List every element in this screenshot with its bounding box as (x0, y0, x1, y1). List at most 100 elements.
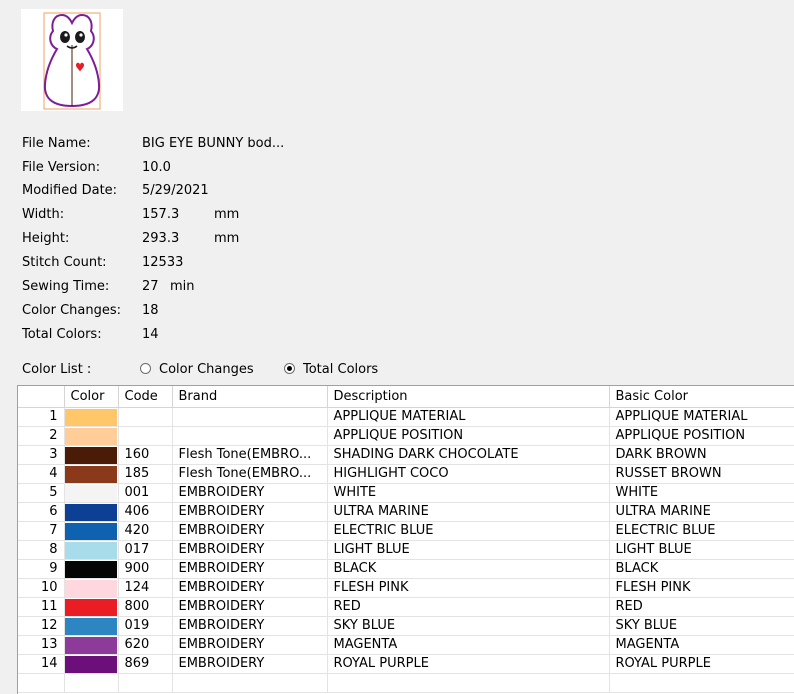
basic-color-cell: RUSSET BROWN (609, 464, 794, 484)
col-header-code[interactable]: Code (118, 386, 173, 408)
brand-cell: Flesh Tone(EMBRO... (172, 445, 328, 465)
color-swatch (64, 616, 119, 636)
brand-cell: EMBROIDERY (172, 502, 328, 522)
color-swatch-box (64, 655, 117, 673)
col-header-basic-color[interactable]: Basic Color (609, 386, 794, 408)
empty-cell (118, 673, 173, 693)
code-cell: 185 (118, 464, 173, 484)
brand-cell: EMBROIDERY (172, 635, 328, 655)
code-cell: 160 (118, 445, 173, 465)
basic-color-cell: ELECTRIC BLUE (609, 521, 794, 541)
table-row[interactable]: 10 124 EMBROIDERY FLESH PINK FLESH PINK (18, 578, 794, 598)
color-swatch-box (64, 636, 117, 654)
design-preview (21, 9, 123, 111)
table-row[interactable]: 4 185 Flesh Tone(EMBRO... HIGHLIGHT COCO RUS… (18, 464, 794, 484)
info-unit: mm (214, 231, 240, 246)
table-row[interactable]: 8 017 EMBROIDERY LIGHT BLUE LIGHT BLUE (18, 540, 794, 560)
empty-cell (327, 673, 610, 693)
description-cell: ROYAL PURPLE (327, 654, 610, 674)
total-colors-radio[interactable]: Total Colors (284, 360, 378, 380)
row-number: 2 (18, 426, 65, 446)
code-cell: 420 (118, 521, 173, 541)
info-label: Sewing Time: (22, 279, 110, 294)
basic-color-cell: WHITE (609, 483, 794, 503)
col-header-description[interactable]: Description (327, 386, 610, 408)
info-label: Stitch Count: (22, 255, 107, 270)
code-cell: 406 (118, 502, 173, 522)
color-changes-radio[interactable]: Color Changes (140, 360, 254, 380)
color-swatch (64, 407, 119, 427)
info-value: 157.3 (142, 207, 180, 222)
info-label: Width: (22, 207, 65, 222)
color-swatch (64, 445, 119, 465)
info-value: 293.3 (142, 231, 180, 246)
col-header-color[interactable]: Color (64, 386, 119, 408)
brand-cell: EMBROIDERY (172, 521, 328, 541)
code-cell: 869 (118, 654, 173, 674)
empty-cell (609, 673, 794, 693)
table-row[interactable]: 7 420 EMBROIDERY ELECTRIC BLUE ELECTRIC BLUE (18, 521, 794, 541)
table-row[interactable]: 3 160 Flesh Tone(EMBRO... SHADING DARK CHOC… (18, 445, 794, 465)
basic-color-cell: RED (609, 597, 794, 617)
description-cell: LIGHT BLUE (327, 540, 610, 560)
table-row[interactable]: 1 APPLIQUE MATERIAL APPLIQUE MATERIAL (18, 407, 794, 427)
code-cell: 019 (118, 616, 173, 636)
basic-color-cell: ULTRA MARINE (609, 502, 794, 522)
table-row[interactable]: 13 620 EMBROIDERY MAGENTA MAGENTA (18, 635, 794, 655)
basic-color-cell: FLESH PINK (609, 578, 794, 598)
table-row[interactable]: 5 001 EMBROIDERY WHITE WHITE (18, 483, 794, 503)
row-number: 11 (18, 597, 65, 617)
info-value: 18 (142, 303, 159, 318)
table-header-row: Color Code Brand Description Basic Color (18, 386, 794, 408)
brand-cell: EMBROIDERY (172, 597, 328, 617)
basic-color-cell: DARK BROWN (609, 445, 794, 465)
row-number: 6 (18, 502, 65, 522)
color-swatch-box (64, 446, 117, 464)
color-swatch (64, 464, 119, 484)
info-label: Modified Date: (22, 183, 118, 198)
code-cell (118, 407, 173, 427)
info-label: File Version: (22, 160, 101, 175)
radio-button-icon[interactable] (284, 363, 295, 374)
brand-cell (172, 407, 328, 427)
info-label: Color Changes: (22, 303, 121, 318)
color-list-label: Color List : (22, 362, 92, 377)
info-label: File Name: (22, 136, 91, 151)
brand-cell: EMBROIDERY (172, 616, 328, 636)
row-number: 8 (18, 540, 65, 560)
color-table[interactable]: Color Code Brand Description Basic Color… (17, 385, 794, 694)
basic-color-cell: APPLIQUE MATERIAL (609, 407, 794, 427)
empty-cell (172, 673, 328, 693)
brand-cell: EMBROIDERY (172, 654, 328, 674)
description-cell: SKY BLUE (327, 616, 610, 636)
table-row[interactable]: 12 019 EMBROIDERY SKY BLUE SKY BLUE (18, 616, 794, 636)
basic-color-cell: LIGHT BLUE (609, 540, 794, 560)
code-cell: 001 (118, 483, 173, 503)
radio-button-icon[interactable] (140, 363, 151, 374)
description-cell: APPLIQUE MATERIAL (327, 407, 610, 427)
table-row[interactable]: 6 406 EMBROIDERY ULTRA MARINE ULTRA MARINE (18, 502, 794, 522)
description-cell: HIGHLIGHT COCO (327, 464, 610, 484)
col-header-brand[interactable]: Brand (172, 386, 328, 408)
table-row[interactable]: 9 900 EMBROIDERY BLACK BLACK (18, 559, 794, 579)
info-unit: min (170, 279, 195, 294)
code-cell: 124 (118, 578, 173, 598)
description-cell: BLACK (327, 559, 610, 579)
basic-color-cell: APPLIQUE POSITION (609, 426, 794, 446)
brand-cell: Flesh Tone(EMBRO... (172, 464, 328, 484)
table-row[interactable]: 2 APPLIQUE POSITION APPLIQUE POSITION (18, 426, 794, 446)
total-colors-label: Total Colors (303, 362, 379, 377)
color-swatch-box (64, 408, 117, 426)
color-swatch-box (64, 560, 117, 578)
color-swatch (64, 521, 119, 541)
col-header-number[interactable] (18, 386, 65, 408)
row-number: 4 (18, 464, 65, 484)
row-number: 12 (18, 616, 65, 636)
table-row[interactable]: 11 800 EMBROIDERY RED RED (18, 597, 794, 617)
info-value: 27 (142, 279, 159, 294)
row-number: 13 (18, 635, 65, 655)
brand-cell: EMBROIDERY (172, 578, 328, 598)
table-row[interactable]: 14 869 EMBROIDERY ROYAL PURPLE ROYAL PURPLE (18, 654, 794, 674)
row-number: 9 (18, 559, 65, 579)
brand-cell: EMBROIDERY (172, 559, 328, 579)
